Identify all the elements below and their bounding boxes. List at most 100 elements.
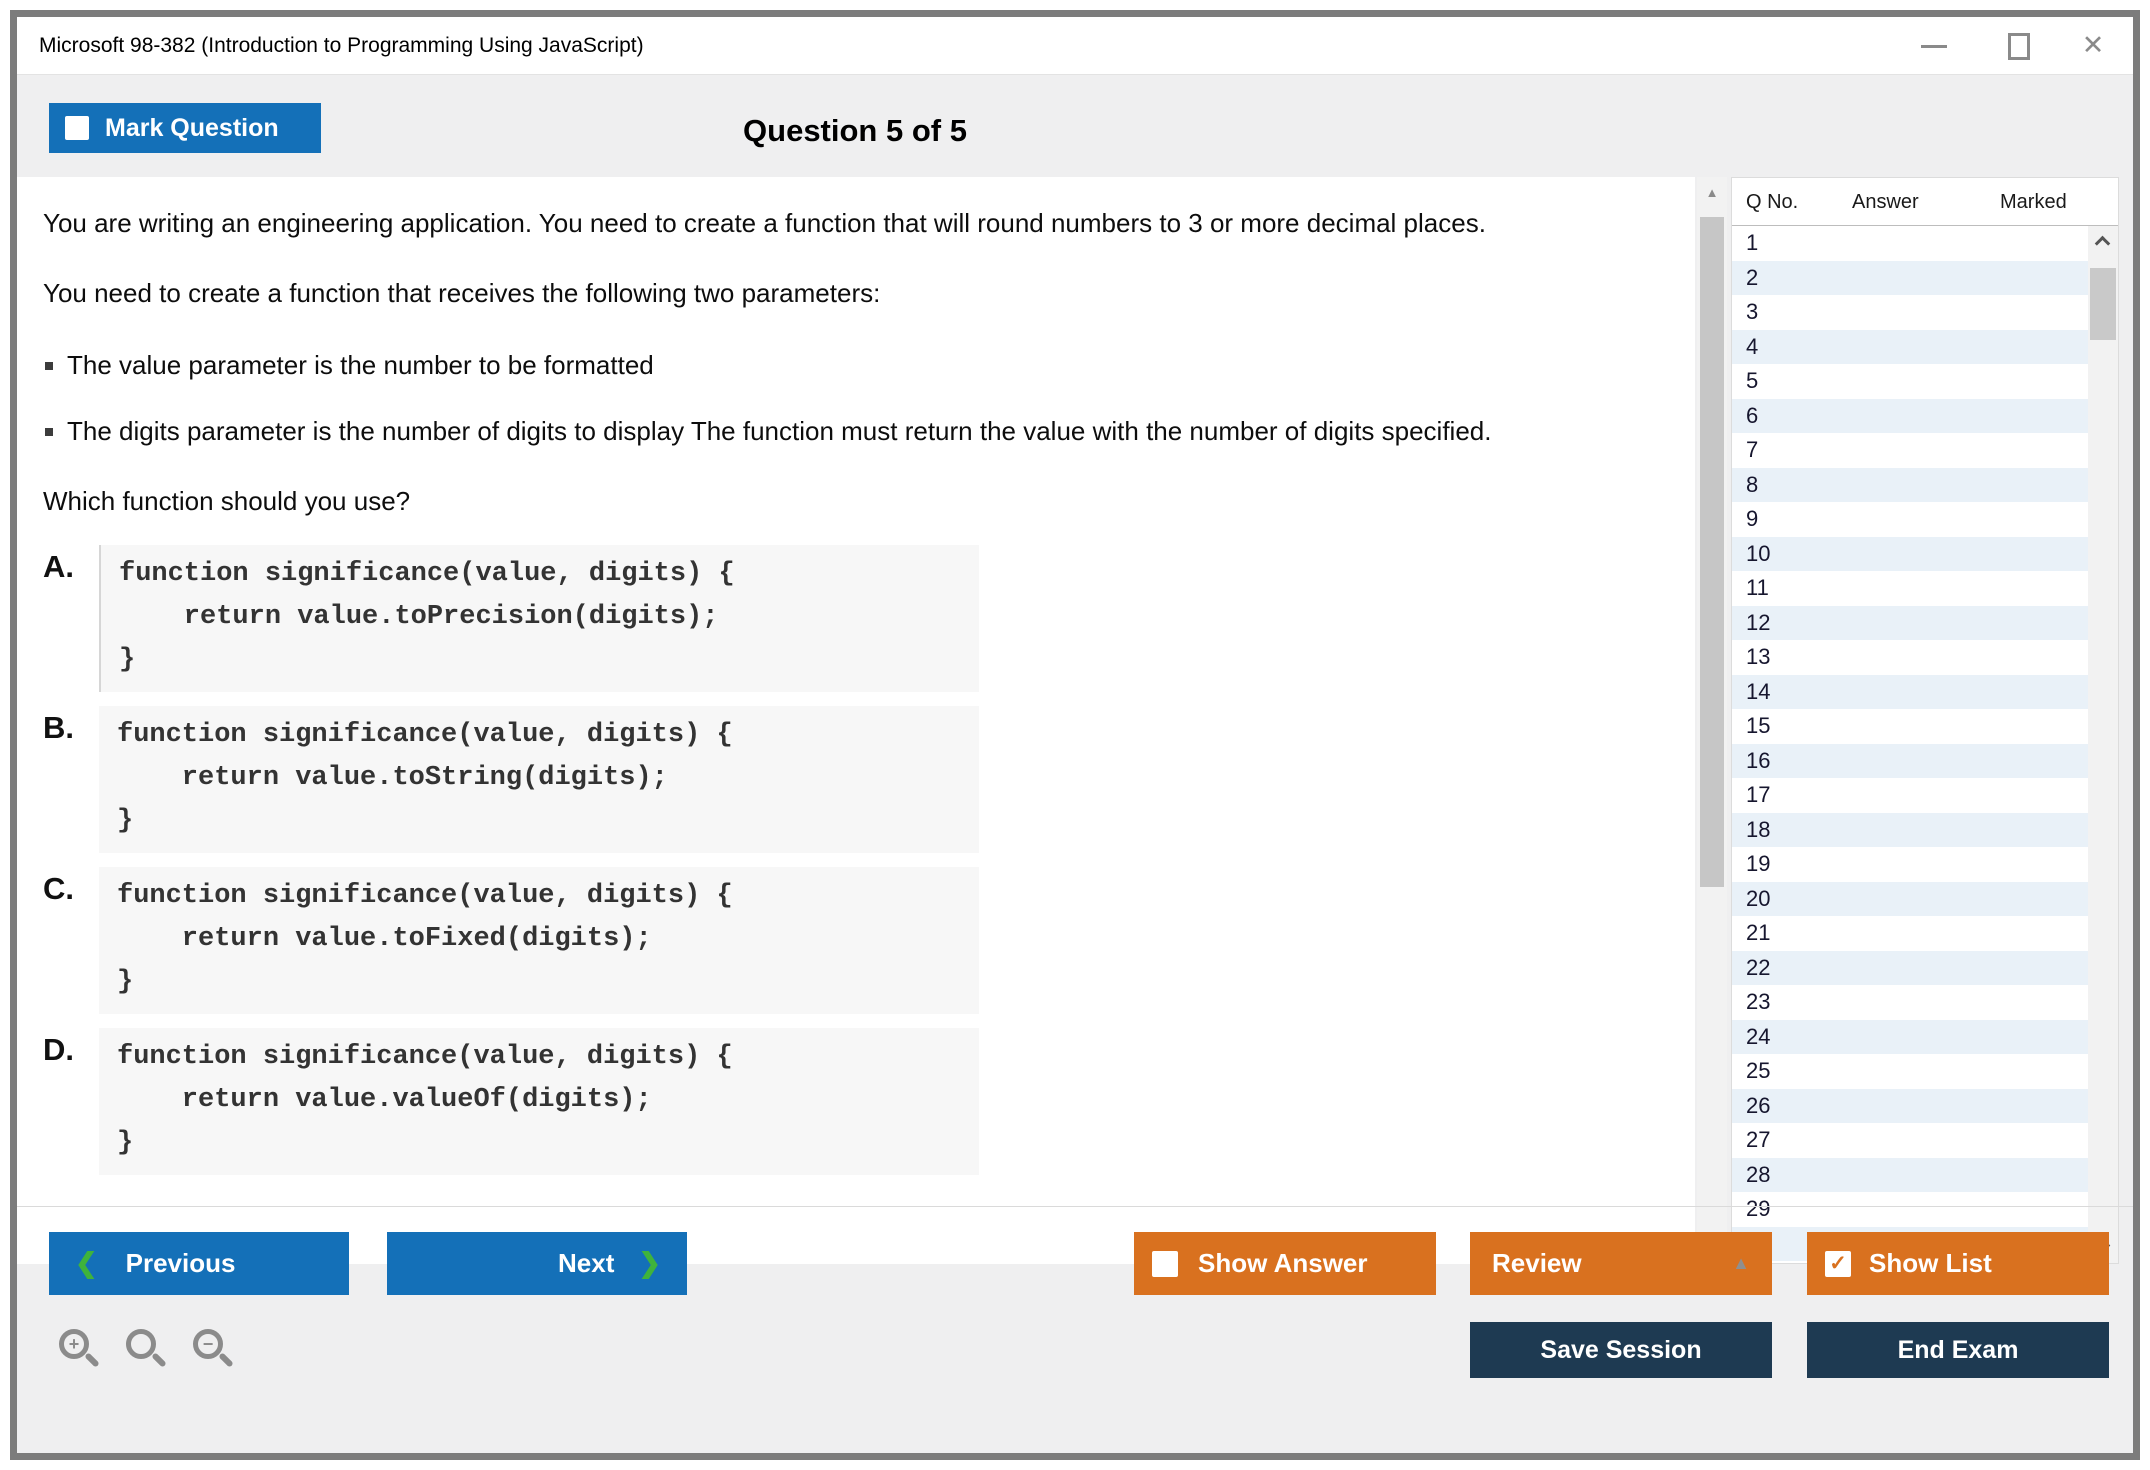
question-number: 13 xyxy=(1746,644,1770,670)
question-number: 5 xyxy=(1746,368,1758,394)
zoom-reset-icon[interactable] xyxy=(124,1327,174,1377)
question-number: 17 xyxy=(1746,782,1770,808)
chevron-right-icon: ❯ xyxy=(638,1248,661,1279)
question-list-row[interactable]: 24 xyxy=(1732,1020,2088,1055)
end-exam-label: End Exam xyxy=(1898,1336,2019,1365)
question-number: 23 xyxy=(1746,989,1770,1015)
save-session-button[interactable]: Save Session xyxy=(1470,1322,1772,1378)
next-label: Next xyxy=(558,1248,614,1279)
question-list-row[interactable]: 26 xyxy=(1732,1089,2088,1124)
next-button[interactable]: Next ❯ xyxy=(387,1232,687,1295)
question-list-row[interactable]: 2 xyxy=(1732,261,2088,296)
question-number: 26 xyxy=(1746,1093,1770,1119)
question-list-row[interactable]: 29 xyxy=(1732,1192,2088,1227)
question-list-rows: 1 2 3 4 5 6 7 8 9 10 11 12 13 14 15 xyxy=(1732,226,2088,1263)
show-answer-button[interactable]: Show Answer xyxy=(1134,1232,1436,1295)
question-list-row[interactable]: 13 xyxy=(1732,640,2088,675)
question-list-row[interactable]: 17 xyxy=(1732,778,2088,813)
question-list-row[interactable]: 10 xyxy=(1732,537,2088,572)
question-number: 1 xyxy=(1746,230,1758,256)
minimize-icon xyxy=(1921,45,1947,48)
exam-window: Microsoft 98-382 (Introduction to Progra… xyxy=(10,10,2140,1460)
question-list-row[interactable]: 6 xyxy=(1732,399,2088,434)
column-answer: Answer xyxy=(1852,191,1919,214)
question-number: 16 xyxy=(1746,748,1770,774)
question-list-row[interactable]: 12 xyxy=(1732,606,2088,641)
show-list-button[interactable]: ✓ Show List xyxy=(1807,1232,2109,1295)
question-number: 29 xyxy=(1746,1196,1770,1222)
option-letter: C. xyxy=(43,867,99,907)
question-list-row[interactable]: 21 xyxy=(1732,916,2088,951)
bullet-text: The digits parameter is the number of di… xyxy=(67,416,1491,446)
review-label: Review xyxy=(1492,1248,1582,1279)
question-list-row[interactable]: 15 xyxy=(1732,709,2088,744)
question-number: 12 xyxy=(1746,610,1770,636)
question-list-row[interactable]: 8 xyxy=(1732,468,2088,503)
zoom-in-icon[interactable]: + xyxy=(57,1327,107,1377)
end-exam-button[interactable]: End Exam xyxy=(1807,1322,2109,1378)
question-number: 20 xyxy=(1746,886,1770,912)
minimize-button[interactable] xyxy=(1903,17,1963,75)
question-list-row[interactable]: 3 xyxy=(1732,295,2088,330)
question-list-row[interactable]: 25 xyxy=(1732,1054,2088,1089)
footer-divider xyxy=(17,1206,2133,1207)
question-list-row[interactable]: 1 xyxy=(1732,226,2088,261)
question-list-row[interactable]: 20 xyxy=(1732,882,2088,917)
question-number: 3 xyxy=(1746,299,1758,325)
column-qno: Q No. xyxy=(1746,191,1798,214)
question-list-header: Q No. Answer Marked xyxy=(1732,178,2118,226)
question-list-row[interactable]: 16 xyxy=(1732,744,2088,779)
content-scrollbar[interactable]: ▲ ▼ xyxy=(1697,177,1727,1264)
question-list-row[interactable]: 22 xyxy=(1732,951,2088,986)
question-number: 6 xyxy=(1746,403,1758,429)
magnifier-handle xyxy=(218,1352,234,1368)
question-list-row[interactable]: 14 xyxy=(1732,675,2088,710)
show-answer-checkbox[interactable] xyxy=(1152,1251,1178,1277)
answer-option[interactable]: A. function significance(value, digits) … xyxy=(43,545,1635,692)
question-number: 22 xyxy=(1746,955,1770,981)
question-list-row[interactable]: 9 xyxy=(1732,502,2088,537)
question-list-row[interactable]: 11 xyxy=(1732,571,2088,606)
magnifier-handle xyxy=(84,1352,100,1368)
question-panel: You are writing an engineering applicati… xyxy=(17,177,1695,1264)
question-number: 8 xyxy=(1746,472,1758,498)
option-code: function significance(value, digits) { r… xyxy=(99,545,979,692)
review-button[interactable]: Review ▲ xyxy=(1470,1232,1772,1295)
question-prompt: Which function should you use? xyxy=(43,483,1603,519)
question-list-scrollbar-thumb[interactable] xyxy=(2090,268,2116,340)
question-list-row[interactable]: 7 xyxy=(1732,433,2088,468)
answer-option[interactable]: C. function significance(value, digits) … xyxy=(43,867,1635,1014)
question-list-row[interactable]: 23 xyxy=(1732,985,2088,1020)
show-answer-label: Show Answer xyxy=(1198,1248,1368,1279)
question-list-row[interactable]: 27 xyxy=(1732,1123,2088,1158)
answer-option[interactable]: B. function significance(value, digits) … xyxy=(43,706,1635,853)
question-number: 10 xyxy=(1746,541,1770,567)
question-list-row[interactable]: 28 xyxy=(1732,1158,2088,1193)
question-number: 15 xyxy=(1746,713,1770,739)
answer-option[interactable]: D. function significance(value, digits) … xyxy=(43,1028,1635,1175)
content-scrollbar-thumb[interactable] xyxy=(1700,217,1724,887)
question-list-scrollbar[interactable] xyxy=(2088,226,2118,1263)
zoom-out-icon[interactable]: − xyxy=(191,1327,241,1377)
show-list-checkbox[interactable]: ✓ xyxy=(1825,1251,1851,1277)
question-list-row[interactable]: 4 xyxy=(1732,330,2088,365)
close-button[interactable]: ✕ xyxy=(2063,17,2123,75)
question-number: 11 xyxy=(1746,575,1769,601)
option-code: function significance(value, digits) { r… xyxy=(99,867,979,1014)
list-scroll-up-icon[interactable] xyxy=(2095,236,2111,252)
question-number: 7 xyxy=(1746,437,1758,463)
maximize-button[interactable] xyxy=(1988,17,2048,75)
question-number: 25 xyxy=(1746,1058,1770,1084)
question-number: 19 xyxy=(1746,851,1770,877)
previous-button[interactable]: ❮ Previous xyxy=(49,1232,349,1295)
question-list-row[interactable]: 5 xyxy=(1732,364,2088,399)
question-number: 14 xyxy=(1746,679,1770,705)
option-letter: B. xyxy=(43,706,99,746)
question-list-row[interactable]: 19 xyxy=(1732,847,2088,882)
triangle-up-icon: ▲ xyxy=(1732,1253,1750,1274)
zoom-controls: + − xyxy=(57,1327,241,1377)
question-list-row[interactable]: 18 xyxy=(1732,813,2088,848)
scroll-up-arrow-icon[interactable]: ▲ xyxy=(1697,185,1727,200)
window-title: Microsoft 98-382 (Introduction to Progra… xyxy=(39,17,644,75)
option-code: function significance(value, digits) { r… xyxy=(99,706,979,853)
